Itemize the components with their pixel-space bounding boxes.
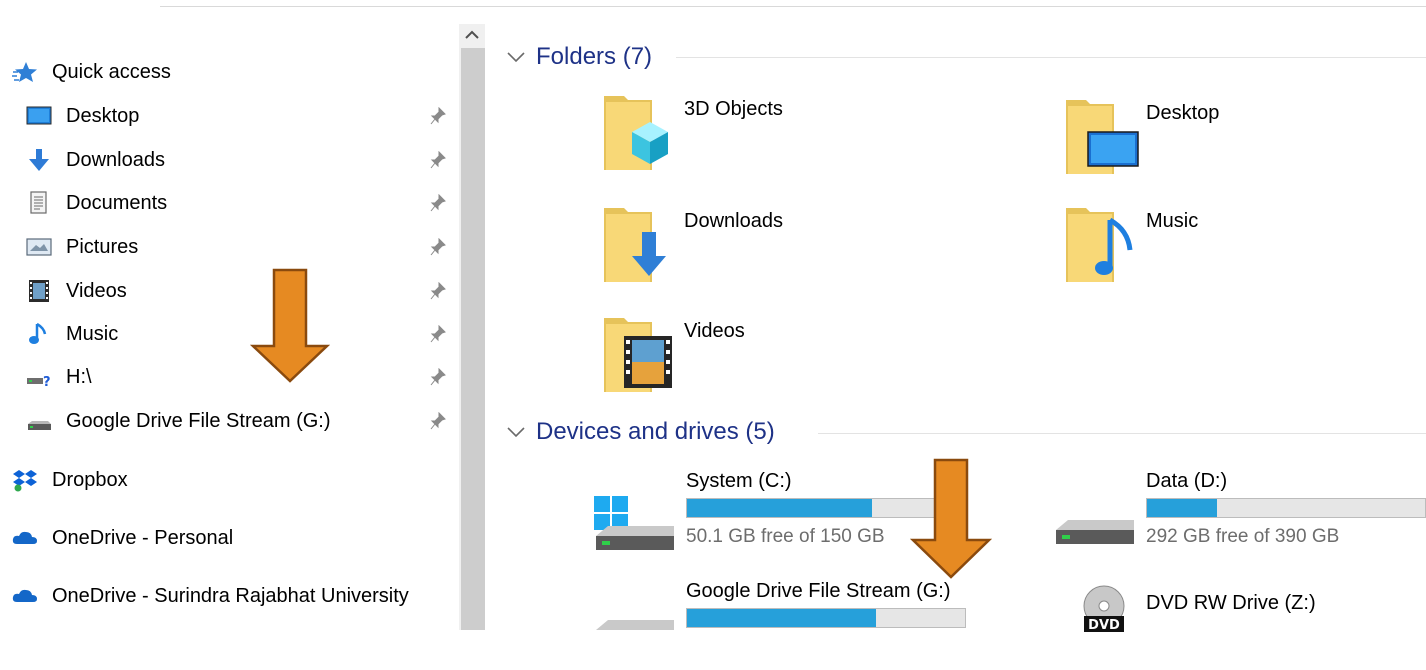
drive-usage-fill	[1147, 499, 1217, 517]
chevron-down-icon[interactable]	[506, 425, 526, 439]
cloud-icon	[12, 531, 37, 544]
3d-objects-folder-icon	[604, 96, 668, 170]
cloud-icon	[12, 589, 37, 602]
folder-tile-downloads[interactable]: Downloads	[602, 204, 902, 288]
sidebar-item-label: Google Drive File Stream (G:)	[66, 410, 331, 432]
drive-usage-fill	[687, 609, 877, 627]
sidebar-item-music[interactable]: Music	[0, 314, 458, 354]
drive-name: Google Drive File Stream (G:)	[686, 580, 951, 602]
sidebar-item-label: Videos	[66, 280, 127, 302]
drive-name: Data (D:)	[1146, 470, 1228, 492]
pin-icon[interactable]	[430, 194, 446, 212]
sidebar-item-pictures[interactable]: Pictures	[0, 227, 458, 267]
pin-icon[interactable]	[430, 107, 446, 125]
folder-label: Desktop	[1146, 102, 1220, 124]
group-header-devices[interactable]: Devices and drives (5)	[506, 417, 775, 447]
sidebar-item-label: OneDrive - Surindra Rajabhat University	[52, 585, 409, 607]
videos-folder-icon	[604, 318, 672, 392]
sidebar-item-label: Quick access	[52, 61, 171, 83]
document-icon	[30, 191, 47, 214]
sidebar-item-label: H:\	[66, 366, 92, 388]
downloads-folder-icon	[604, 208, 666, 282]
group-divider	[818, 433, 1426, 434]
svg-text:?: ?	[43, 375, 51, 389]
folder-tile-desktop[interactable]: Desktop	[1064, 96, 1364, 180]
sidebar-item-label: Pictures	[66, 236, 139, 258]
sidebar-item-videos[interactable]: Videos	[0, 271, 458, 311]
sidebar-item-label: Music	[66, 323, 119, 345]
scrollbar-thumb[interactable]	[461, 48, 485, 630]
hard-drive-icon	[1056, 520, 1134, 544]
sidebar-item-label: OneDrive - Personal	[52, 527, 234, 549]
sidebar-item-downloads[interactable]: Downloads	[0, 140, 458, 180]
star-icon	[12, 62, 37, 82]
sidebar-item-label: Documents	[66, 192, 168, 214]
dvd-badge: DVD	[1088, 618, 1120, 633]
folder-label: Videos	[684, 320, 745, 342]
dropbox-icon	[13, 470, 37, 492]
sidebar-item-quick-access[interactable]: Quick access	[0, 52, 458, 92]
drive-usage-fill	[687, 499, 873, 517]
folder-tile-music[interactable]: Music	[1064, 204, 1364, 288]
sidebar-item-google-drive[interactable]: Google Drive File Stream (G:)	[0, 401, 458, 441]
folder-label: Downloads	[684, 210, 783, 232]
sidebar-item-label: Downloads	[66, 149, 165, 171]
video-icon	[29, 280, 49, 302]
sidebar-item-dropbox[interactable]: Dropbox	[0, 460, 458, 500]
group-header-folders[interactable]: Folders (7)	[506, 42, 652, 72]
drive-tile-google-drive-g[interactable]: Google Drive File Stream (G:)	[586, 580, 976, 630]
sidebar-item-onedrive-personal[interactable]: OneDrive - Personal	[0, 518, 458, 558]
sidebar-item-label: Desktop	[66, 105, 140, 127]
drive-name: System (C:)	[686, 470, 792, 492]
drive-usage-bar	[1146, 498, 1426, 518]
pin-icon[interactable]	[430, 282, 446, 300]
windows-drive-icon	[594, 496, 674, 550]
sidebar-item-h-drive[interactable]: ? H:\	[0, 357, 458, 397]
folder-tile-videos[interactable]: Videos	[602, 314, 902, 398]
sidebar-item-desktop[interactable]: Desktop	[0, 96, 458, 136]
desktop-folder-icon	[1066, 100, 1139, 174]
navigation-pane: Quick access Desktop Downloads Documents…	[0, 0, 458, 630]
sidebar-item-documents[interactable]: Documents	[0, 183, 458, 223]
folder-tile-3d-objects[interactable]: 3D Objects	[602, 92, 902, 176]
drive-free-space: 50.1 GB free of 150 GB	[686, 526, 885, 547]
pin-icon[interactable]	[430, 325, 446, 343]
music-note-icon	[29, 322, 47, 344]
drive-free-space: 292 GB free of 390 GB	[1146, 526, 1340, 547]
folder-label: Music	[1146, 210, 1199, 232]
group-title: Folders (7)	[536, 43, 653, 70]
pictures-icon	[26, 238, 52, 256]
network-drive-icon: ?	[27, 375, 51, 389]
pin-icon[interactable]	[430, 412, 446, 430]
drive-tile-dvd-z[interactable]: DVD DVD RW Drive (Z:)	[1046, 580, 1426, 633]
desktop-icon	[26, 106, 52, 125]
group-divider	[676, 57, 1426, 58]
hard-drive-icon	[596, 620, 674, 630]
dvd-drive-icon: DVD	[1083, 585, 1125, 633]
scroll-up-icon[interactable]	[462, 26, 482, 44]
group-title: Devices and drives (5)	[536, 418, 775, 445]
sidebar-item-onedrive-university[interactable]: OneDrive - Surindra Rajabhat University	[0, 576, 458, 616]
pin-icon[interactable]	[430, 151, 446, 169]
annotation-arrow-icon	[910, 458, 992, 579]
annotation-arrow-icon	[250, 268, 330, 383]
sidebar-item-label: Dropbox	[52, 469, 128, 491]
chevron-down-icon[interactable]	[506, 50, 526, 64]
folder-label: 3D Objects	[684, 98, 783, 120]
drive-usage-bar	[686, 608, 966, 628]
drive-name: DVD RW Drive (Z:)	[1146, 592, 1316, 614]
download-arrow-icon	[29, 149, 49, 171]
music-folder-icon	[1066, 208, 1133, 282]
pin-icon[interactable]	[430, 368, 446, 386]
drive-icon	[28, 421, 51, 430]
pin-icon[interactable]	[430, 238, 446, 256]
drive-tile-data-d[interactable]: Data (D:) 292 GB free of 390 GB	[1046, 470, 1426, 560]
